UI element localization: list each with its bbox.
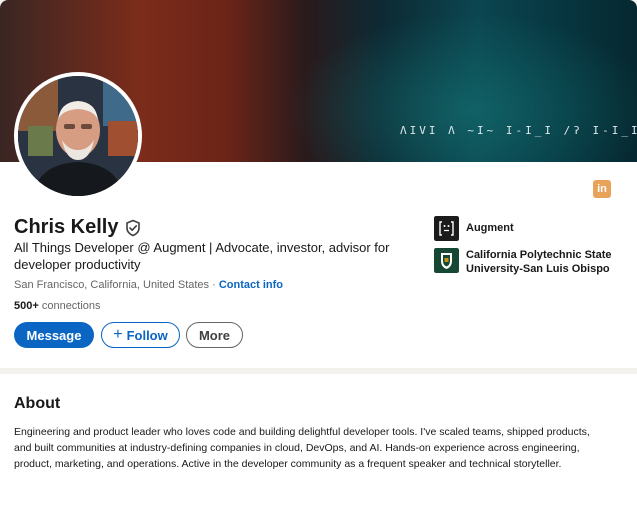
org-name-augment: Augment (466, 222, 514, 234)
cal-poly-logo-icon (434, 248, 459, 273)
org-item-cal-poly[interactable]: California Polytechnic State University-… (434, 248, 626, 276)
location-row: San Francisco, California, United States… (14, 279, 283, 291)
verified-badge-icon[interactable] (124, 219, 142, 237)
avatar[interactable] (14, 72, 142, 200)
plus-icon: + (113, 326, 123, 343)
augment-logo-icon (434, 216, 459, 241)
message-button-label: Message (26, 327, 82, 343)
profile-card: ΛΙVΙ Λ ~Ι~ Ι-Ι_Ι /ʔ Ι-Ι_Ι ΙVΙ Λ ΙΝ in Ch… (0, 0, 637, 368)
linkedin-icon[interactable]: in (593, 180, 611, 198)
follow-button[interactable]: + Follow (101, 322, 180, 348)
message-button[interactable]: Message (14, 322, 94, 348)
org-name-cal-poly: California Polytechnic State University-… (466, 249, 612, 275)
connections-number: 500+ (14, 300, 39, 312)
banner-text: ΛΙVΙ Λ ~Ι~ Ι-Ι_Ι /ʔ Ι-Ι_Ι ΙVΙ Λ ΙΝ (400, 124, 637, 137)
avatar-photo (18, 76, 138, 196)
org-item-augment[interactable]: Augment (434, 216, 514, 241)
connections-count[interactable]: 500+ connections (14, 300, 101, 312)
follow-button-label: Follow (126, 327, 168, 343)
profile-location: San Francisco, California, United States (14, 279, 210, 291)
profile-name: Chris Kelly (14, 216, 119, 238)
more-button[interactable]: More (186, 322, 243, 348)
more-button-label: More (198, 327, 231, 343)
profile-headline: All Things Developer @ Augment | Advocat… (14, 240, 390, 272)
name-row: Chris Kelly (14, 216, 142, 239)
location-separator: · (209, 279, 219, 291)
connections-label: connections (38, 300, 101, 312)
about-section: About Engineering and product leader who… (0, 374, 637, 507)
contact-info-link[interactable]: Contact info (219, 279, 283, 291)
about-title: About (14, 395, 61, 412)
about-text: Engineering and product leader who loves… (14, 426, 590, 471)
